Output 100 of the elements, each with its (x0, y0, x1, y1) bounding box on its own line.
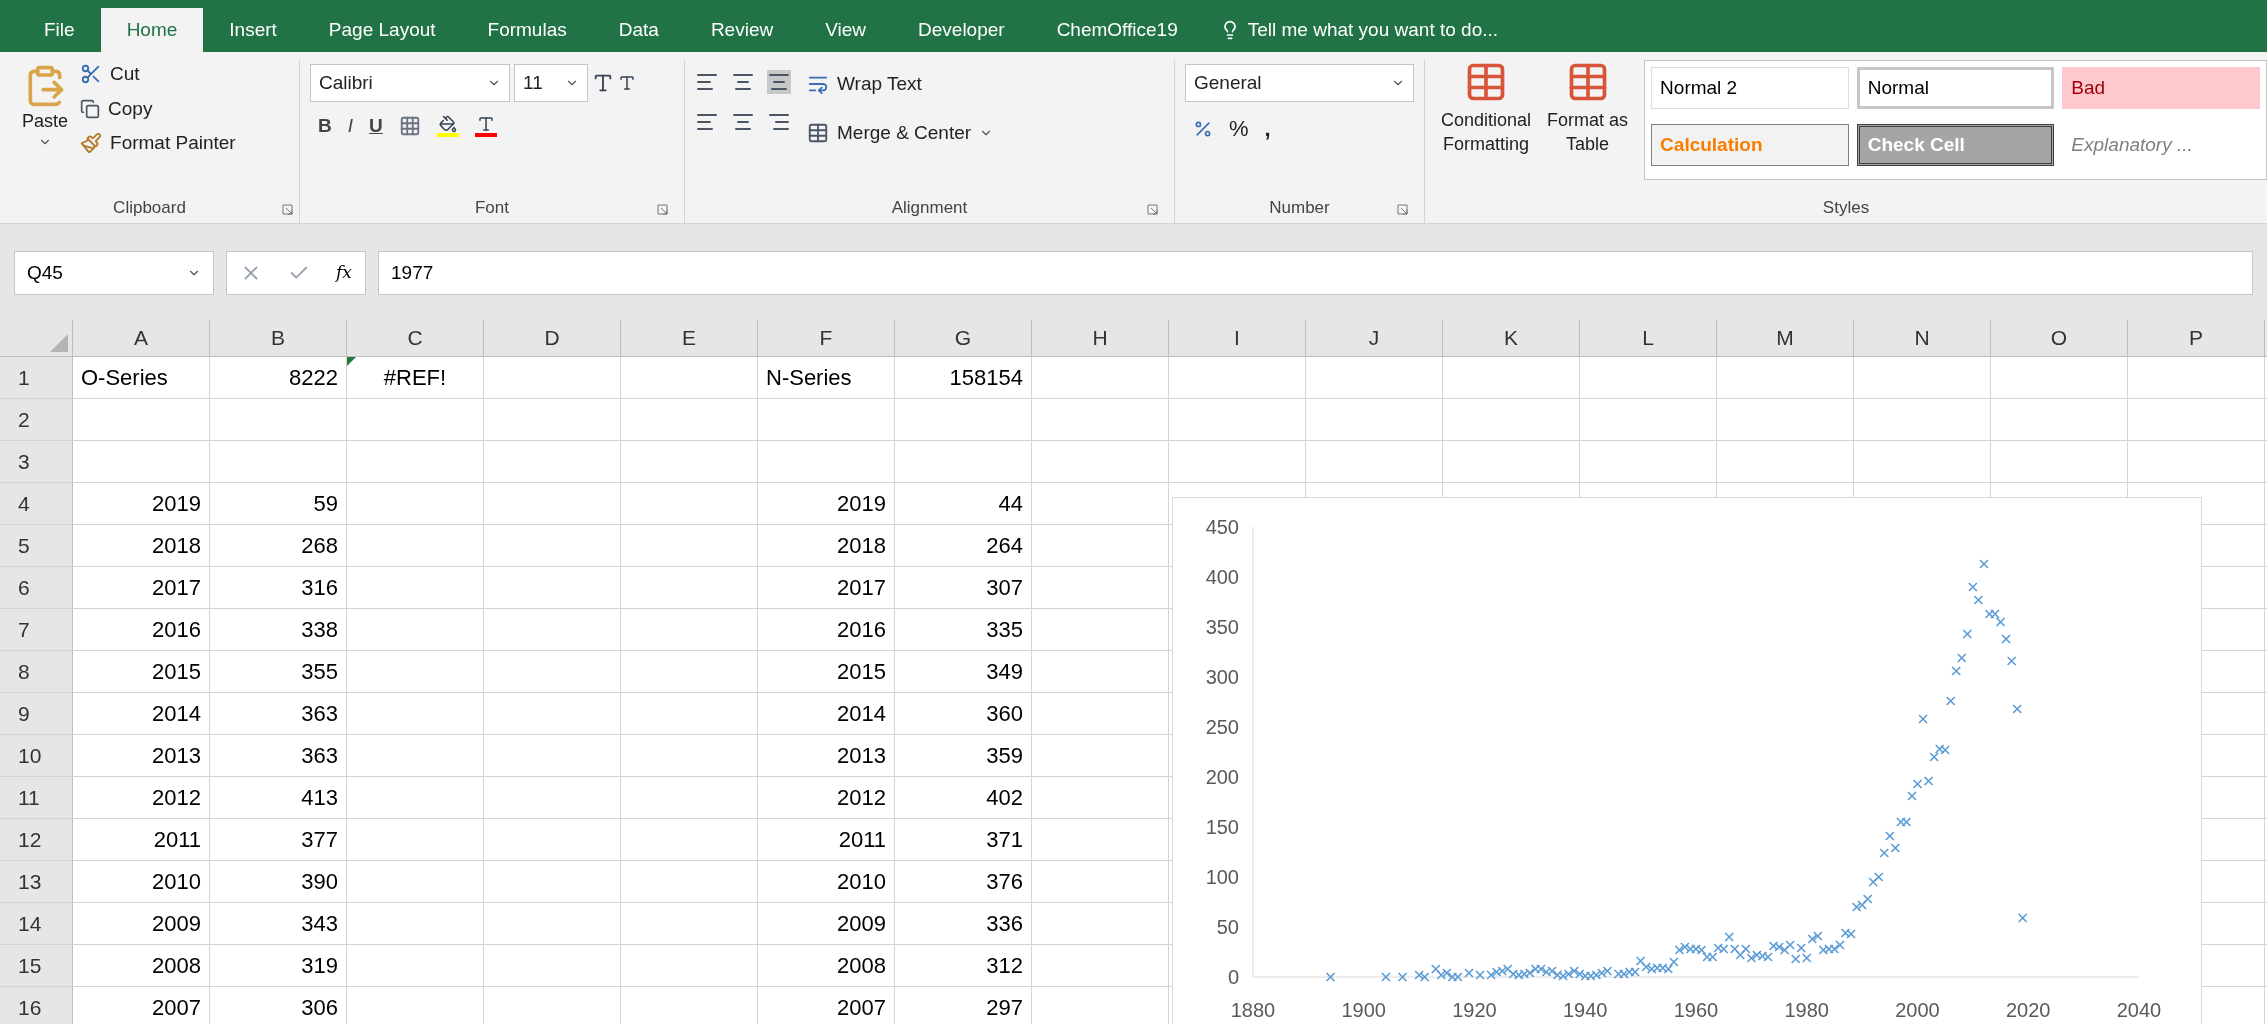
row-header[interactable]: 15 (0, 945, 73, 986)
row-header[interactable]: 9 (0, 693, 73, 734)
row-header[interactable]: 11 (0, 777, 73, 818)
row-header[interactable]: 10 (0, 735, 73, 776)
borders-icon[interactable] (398, 115, 421, 138)
data-marker (1774, 942, 1784, 952)
number-format-dropdown[interactable]: General (1185, 64, 1414, 102)
row-header[interactable]: 14 (0, 903, 73, 944)
row-header[interactable]: 6 (0, 567, 73, 608)
column-header[interactable]: C (347, 320, 484, 356)
name-box[interactable]: Q45 (14, 251, 214, 295)
ribbon-tab[interactable]: ChemOffice19 (1030, 8, 1204, 52)
conditional-formatting-button[interactable]: Conditional Formatting (1441, 60, 1532, 193)
cell-style-option[interactable]: Normal (1856, 67, 2055, 109)
dialog-launcher-icon[interactable] (657, 204, 668, 215)
data-marker (1968, 582, 1978, 592)
row-header[interactable]: 4 (0, 483, 73, 524)
ribbon-tab[interactable]: Data (592, 8, 685, 52)
insert-function-button[interactable]: fx (336, 260, 352, 286)
font-size-dropdown[interactable]: 11 (514, 64, 588, 102)
data-marker (1325, 972, 1336, 982)
font-color-icon[interactable] (474, 115, 497, 138)
cell-value: 2019 (837, 490, 886, 518)
row-header[interactable]: 13 (0, 861, 73, 902)
data-marker (1530, 964, 1541, 974)
ribbon-tab[interactable]: Page Layout (302, 8, 462, 52)
cell-value: 2007 (152, 994, 201, 1022)
data-marker (1973, 595, 1984, 605)
row-header[interactable]: 8 (0, 651, 73, 692)
fill-color-icon[interactable] (436, 115, 459, 138)
cell-value: 268 (301, 532, 338, 560)
column-header[interactable]: G (895, 320, 1032, 356)
row-header[interactable]: 12 (0, 819, 73, 860)
cell-style-option[interactable]: Bad (2062, 67, 2260, 109)
dialog-launcher-icon[interactable] (1147, 204, 1158, 215)
formula-input[interactable]: 1977 (378, 251, 2253, 295)
underline-button[interactable]: U (369, 112, 383, 141)
cell-value: 158154 (949, 364, 1023, 392)
y-tick-label: 350 (1205, 616, 1239, 638)
font-name-dropdown[interactable]: Calibri (310, 64, 510, 102)
ribbon-tab[interactable]: File (18, 8, 101, 52)
ribbon-tab[interactable]: Review (684, 8, 800, 52)
column-header[interactable]: K (1443, 320, 1580, 356)
merge-center-button[interactable]: Merge & Center (807, 118, 994, 147)
group-label: Number (1269, 197, 1330, 220)
data-marker (1602, 966, 1613, 976)
cell-value: 2018 (837, 532, 886, 560)
x-tick-label: 1980 (1784, 999, 1829, 1021)
row-header[interactable]: 3 (0, 441, 73, 482)
column-header[interactable]: O (1991, 320, 2128, 356)
data-marker (1658, 963, 1668, 973)
chart-area[interactable]: 0 50 100 150 200 250 300 350 400 450 1880 1900 1920 1940 1960 1980 2000 2020 2040 (1172, 497, 2202, 1024)
column-header[interactable]: B (210, 320, 347, 356)
data-marker (1735, 950, 1746, 960)
dialog-launcher-icon[interactable] (282, 204, 293, 215)
data-marker (1685, 944, 1696, 954)
cell-style-option[interactable]: Normal 2 (1651, 67, 1849, 109)
column-header[interactable]: L (1580, 320, 1717, 356)
cell-value: 312 (986, 952, 1023, 980)
column-header[interactable]: E (621, 320, 758, 356)
paste-button[interactable]: Paste (22, 60, 69, 193)
cell-value: 359 (986, 742, 1023, 770)
copy-button[interactable]: Copy (80, 94, 236, 123)
comma-button[interactable]: , (1264, 112, 1271, 145)
ribbon-tab[interactable]: View (799, 8, 893, 52)
data-marker (1580, 971, 1591, 981)
format-as-table-button[interactable]: Format as Table (1547, 60, 1629, 193)
tell-me-search[interactable]: Tell me what you want to do... (1247, 15, 1499, 45)
data-marker (1414, 970, 1424, 980)
cut-button[interactable]: Cut (80, 60, 236, 89)
column-header[interactable]: F (758, 320, 895, 356)
percent-button[interactable]: % (1229, 112, 1249, 145)
column-header[interactable]: H (1032, 320, 1169, 356)
column-header[interactable]: P (2128, 320, 2265, 356)
row-header[interactable]: 1 (0, 357, 73, 398)
bottom-align-icon[interactable] (767, 70, 791, 94)
dialog-launcher-icon[interactable] (1397, 204, 1408, 215)
data-marker (1696, 945, 1707, 955)
column-header[interactable]: M (1717, 320, 1854, 356)
column-header[interactable]: J (1306, 320, 1443, 356)
ribbon-tab[interactable]: Insert (203, 8, 303, 52)
row-header[interactable]: 5 (0, 525, 73, 566)
data-marker (1430, 964, 1441, 974)
column-header[interactable]: N (1854, 320, 1991, 356)
column-header[interactable]: A (73, 320, 210, 356)
ribbon-tab[interactable]: Developer (892, 8, 1031, 52)
wrap-text-button[interactable]: Wrap Text (807, 70, 994, 99)
row-header[interactable]: 16 (0, 987, 73, 1024)
format-painter-button[interactable]: Format Painter (80, 129, 236, 158)
row-header[interactable]: 7 (0, 609, 73, 650)
italic-button[interactable]: I (347, 112, 353, 141)
cell-value: 2017 (152, 574, 201, 602)
row-header[interactable]: 2 (0, 399, 73, 440)
ribbon-tab[interactable]: Home (100, 8, 204, 52)
column-header[interactable]: D (484, 320, 621, 356)
column-header[interactable]: I (1169, 320, 1306, 356)
cell-value: 343 (301, 910, 338, 938)
ribbon-tab[interactable]: Formulas (461, 8, 593, 52)
bold-button[interactable]: B (318, 112, 332, 141)
data-marker (1912, 779, 1923, 789)
